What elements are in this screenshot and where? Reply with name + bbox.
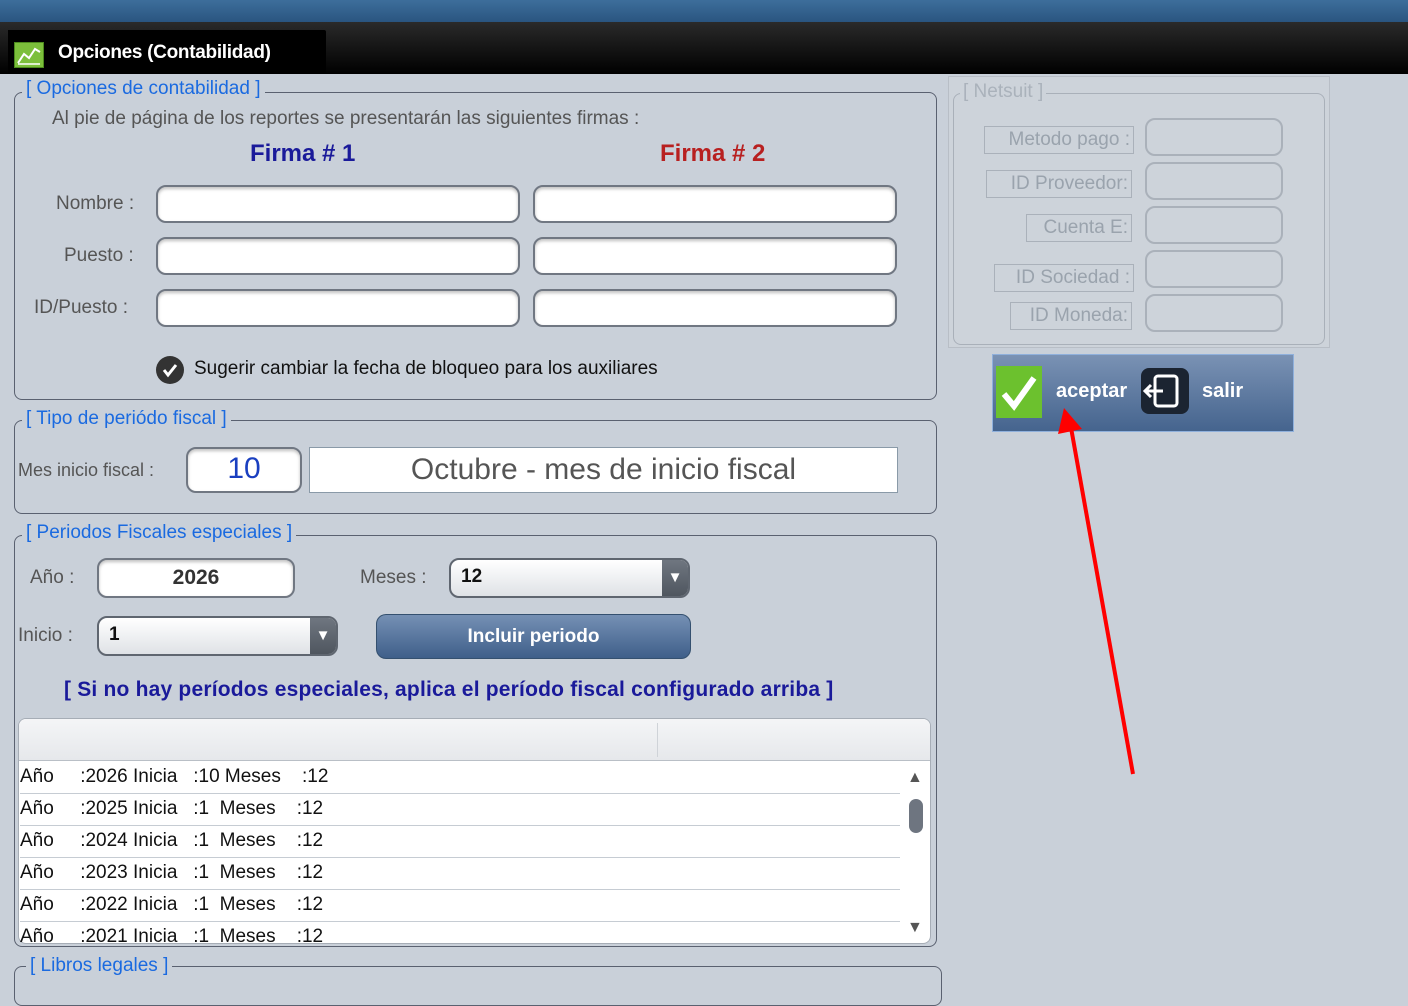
months-select-value: 12 bbox=[461, 566, 483, 587]
firma2-idpuesto-input[interactable] bbox=[533, 289, 897, 327]
suggest-lock-date-label[interactable]: Sugerir cambiar la fecha de bloqueo para… bbox=[194, 358, 658, 380]
year-label: Año : bbox=[30, 567, 75, 588]
cuenta-e-label: Cuenta E: bbox=[1026, 214, 1132, 242]
firma2-nombre-input[interactable] bbox=[533, 185, 897, 223]
chevron-down-icon[interactable]: ▼ bbox=[662, 560, 688, 596]
list-item[interactable]: Año :2022 Inicia :1 Meses :12 bbox=[20, 890, 900, 922]
firma1-idpuesto-input[interactable] bbox=[156, 289, 520, 327]
list-item[interactable]: Año :2024 Inicia :1 Meses :12 bbox=[20, 826, 900, 858]
months-select[interactable]: 12 bbox=[449, 558, 690, 598]
legal-books-legend: [ Libros legales ] bbox=[26, 955, 173, 977]
scrollbar-thumb[interactable] bbox=[909, 799, 923, 833]
accept-icon[interactable] bbox=[996, 366, 1042, 418]
firma1-heading: Firma # 1 bbox=[250, 140, 356, 167]
scroll-down-icon[interactable]: ▼ bbox=[907, 919, 923, 937]
list-item[interactable]: Año :2023 Inicia :1 Meses :12 bbox=[20, 858, 900, 890]
idpuesto-label: ID/Puesto : bbox=[34, 297, 128, 318]
top-bar bbox=[0, 0, 1408, 22]
metodo-pago-input bbox=[1145, 118, 1283, 156]
scroll-up-icon[interactable]: ▲ bbox=[907, 769, 923, 787]
suggest-lock-date-checkbox[interactable] bbox=[156, 356, 184, 384]
annotation-arrow-icon bbox=[1058, 408, 1135, 775]
year-input[interactable]: 2026 bbox=[97, 558, 295, 598]
check-icon bbox=[162, 364, 178, 378]
id-proveedor-label: ID Proveedor: bbox=[986, 170, 1132, 198]
metodo-pago-label: Metodo pago : bbox=[984, 126, 1134, 154]
window-title: Opciones (Contabilidad) bbox=[58, 42, 271, 63]
cuenta-e-input bbox=[1145, 206, 1283, 244]
id-moneda-label: ID Moneda: bbox=[1010, 302, 1132, 330]
start-select-value: 1 bbox=[109, 624, 120, 645]
list-header-divider bbox=[657, 723, 658, 757]
months-label: Meses : bbox=[360, 567, 427, 588]
list-item[interactable]: Año :2025 Inicia :1 Meses :12 bbox=[20, 794, 900, 826]
list-item[interactable]: Año :2026 Inicia :10 Meses :12 bbox=[20, 762, 900, 794]
list-header bbox=[19, 719, 930, 761]
id-moneda-input bbox=[1145, 294, 1283, 332]
list-item[interactable]: Año :2021 Inicia :1 Meses :12 bbox=[20, 922, 900, 942]
fiscal-period-type-legend: [ Tipo de periódo fiscal ] bbox=[22, 408, 231, 430]
nombre-label: Nombre : bbox=[56, 193, 135, 214]
netsuit-legend: [ Netsuit ] bbox=[960, 81, 1047, 103]
puesto-label: Puesto : bbox=[64, 245, 134, 266]
start-month-label: Mes inicio fiscal : bbox=[18, 460, 155, 480]
chevron-down-icon[interactable]: ▼ bbox=[310, 618, 336, 654]
start-select[interactable]: 1 bbox=[97, 616, 338, 656]
firma1-nombre-input[interactable] bbox=[156, 185, 520, 223]
special-periods-legend: [ Periodos Fiscales especiales ] bbox=[22, 522, 297, 544]
include-period-button[interactable]: Incluir periodo bbox=[376, 614, 691, 659]
id-sociedad-label: ID Sociedad : bbox=[994, 264, 1134, 292]
start-label: Inicio : bbox=[18, 625, 73, 646]
special-periods-note: [ Si no hay períodos especiales, aplica … bbox=[64, 678, 834, 701]
list-scrollbar[interactable]: ▲ ▼ bbox=[903, 763, 929, 941]
id-sociedad-input bbox=[1145, 250, 1283, 288]
start-month-input[interactable]: 10 bbox=[186, 447, 302, 493]
firma2-puesto-input[interactable] bbox=[533, 237, 897, 275]
list-item-clip: Año :2021 Inicia :1 Meses :12 bbox=[20, 922, 900, 942]
firma1-puesto-input[interactable] bbox=[156, 237, 520, 275]
signatures-description: Al pie de página de los reportes se pres… bbox=[52, 108, 640, 129]
id-proveedor-input bbox=[1145, 162, 1283, 200]
exit-button[interactable]: salir bbox=[1202, 380, 1243, 403]
accounting-options-legend: [ Opciones de contabilidad ] bbox=[22, 78, 265, 100]
firma2-heading: Firma # 2 bbox=[660, 140, 766, 167]
start-month-description: Octubre - mes de inicio fiscal bbox=[309, 447, 898, 493]
chart-icon bbox=[14, 42, 44, 68]
